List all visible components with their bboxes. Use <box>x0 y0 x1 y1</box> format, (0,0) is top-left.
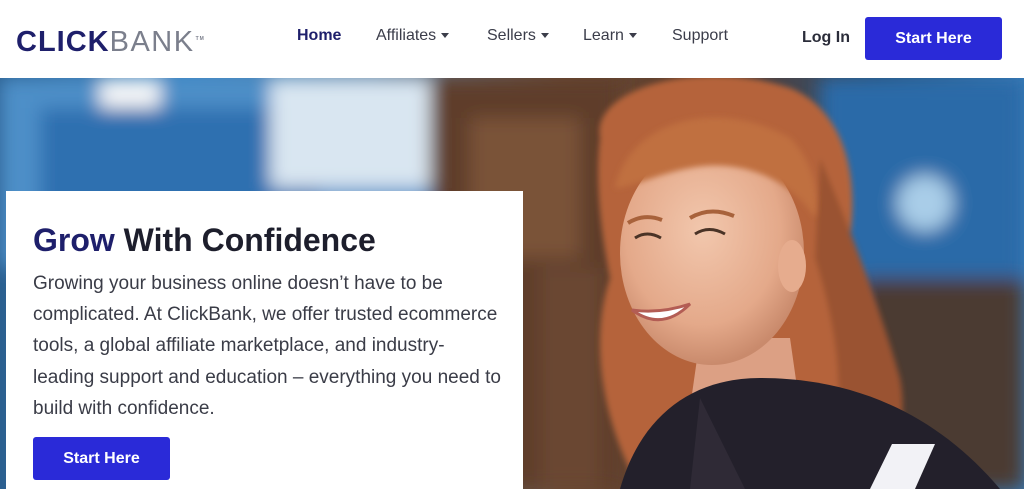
nav-item-label: Sellers <box>487 27 536 44</box>
hero-description: Growing your business online doesn’t hav… <box>33 273 501 419</box>
hero-title-rest: With Confidence <box>114 222 376 258</box>
logo-tm-mark: TM <box>195 36 205 42</box>
header-start-here-button[interactable]: Start Here <box>865 17 1002 60</box>
nav-item-label: Home <box>297 27 342 44</box>
hero-title: Grow With Confidence <box>33 221 376 259</box>
hero-title-strong: Grow <box>33 222 115 258</box>
logo-click-text: CLICK <box>16 26 110 58</box>
logo-bank-text: BANK <box>109 26 195 58</box>
hero-start-here-button[interactable]: Start Here <box>33 437 170 480</box>
site-header: CLICK BANK TM Home Affiliates Sellers Lear… <box>0 0 1024 78</box>
caret-down-icon <box>441 32 450 38</box>
nav-item-affiliates[interactable]: Affiliates <box>376 27 450 45</box>
nav-item-sellers[interactable]: Sellers <box>487 27 549 45</box>
nav-item-home[interactable]: Home <box>297 27 341 45</box>
nav-item-label: Support <box>672 27 729 44</box>
nav-item-learn[interactable]: Learn <box>583 27 637 45</box>
clickbank-logo[interactable]: CLICK BANK TM <box>16 24 205 57</box>
login-link[interactable]: Log In <box>802 29 850 47</box>
nav-item-label: Learn <box>583 27 624 44</box>
caret-down-icon <box>540 32 549 38</box>
caret-down-icon <box>628 32 637 38</box>
nav-item-label: Affiliates <box>376 27 437 44</box>
nav-item-support[interactable]: Support <box>672 27 728 45</box>
